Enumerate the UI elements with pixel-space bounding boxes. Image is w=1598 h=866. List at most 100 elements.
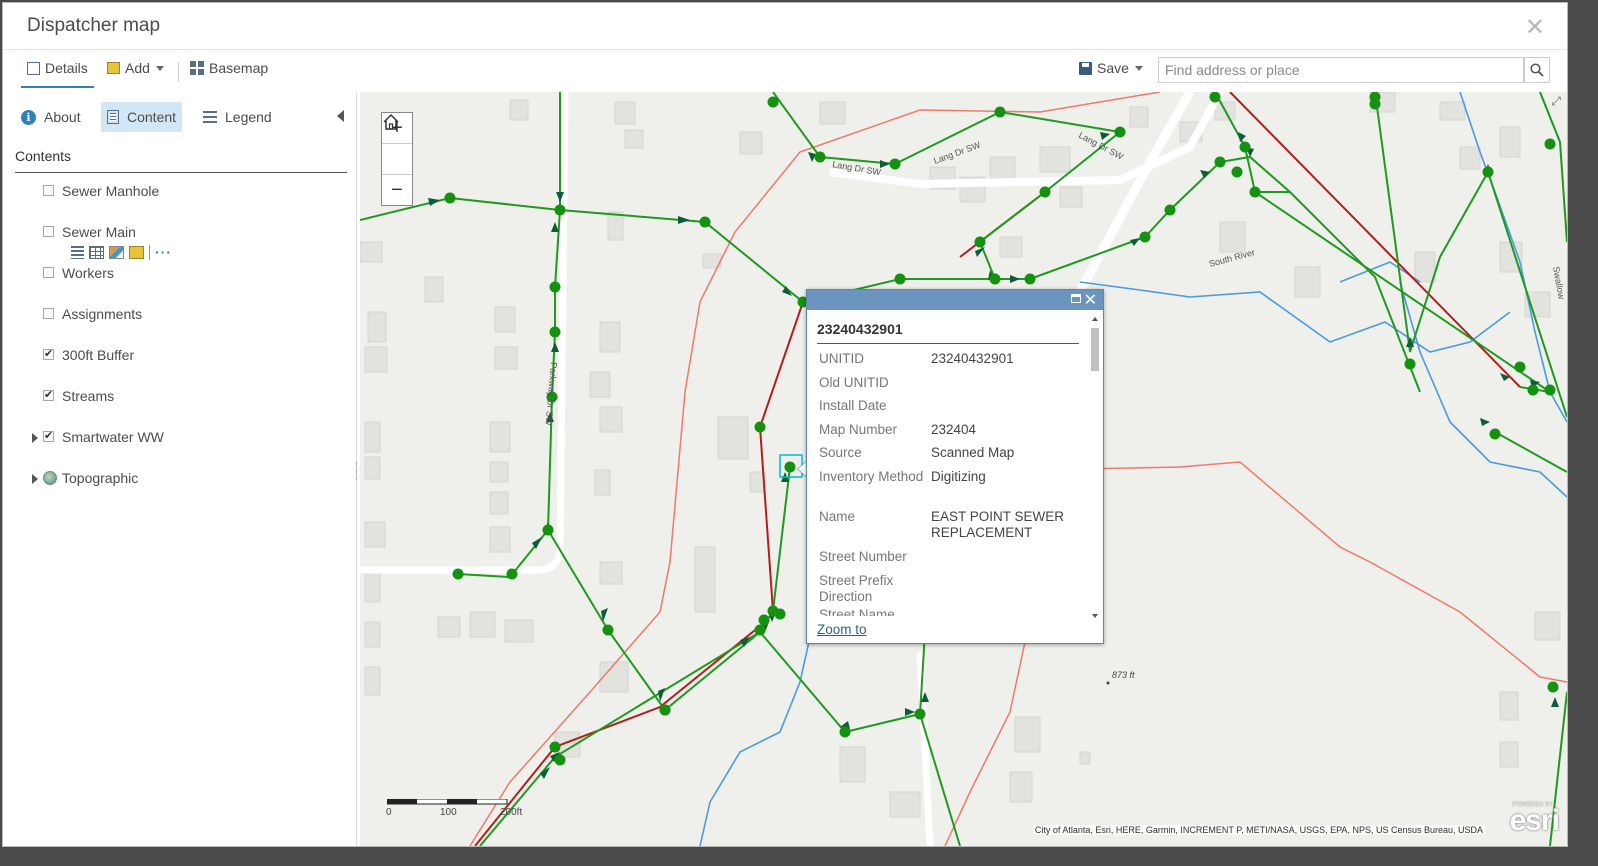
expand-map-icon[interactable]: ⤢ — [1551, 94, 1561, 109]
layer-streams: ✔ Streams — [3, 386, 343, 408]
divider — [817, 343, 1079, 344]
basemap-globe-icon — [43, 471, 57, 485]
chevron-down-icon — [1134, 65, 1143, 71]
tab-legend-label: Legend — [225, 109, 272, 125]
save-disk-icon — [1079, 61, 1092, 75]
more-options-icon[interactable]: ··· — [155, 244, 172, 260]
layer-label[interactable]: Sewer Manhole — [62, 183, 159, 199]
layer-label[interactable]: 300ft Buffer — [62, 347, 134, 363]
attribute-key: Name — [819, 509, 856, 524]
layer-sewer-main: Sewer Main — [3, 222, 343, 244]
scroll-up-icon[interactable] — [1092, 317, 1098, 321]
layer-300ft-buffer: ✔ 300ft Buffer — [3, 345, 343, 367]
tab-content[interactable]: Content — [101, 102, 183, 132]
expand-arrow-icon[interactable] — [32, 433, 38, 443]
popup-header: ✕ — [807, 290, 1103, 310]
zoom-to-link[interactable]: Zoom to — [817, 622, 867, 637]
save-label: Save — [1097, 60, 1129, 76]
layer-checkbox[interactable] — [43, 226, 54, 237]
attribute-key: Street Prefix Direction — [819, 573, 894, 604]
details-icon — [27, 61, 40, 75]
collapse-sidebar-icon[interactable] — [337, 110, 344, 122]
basemap-button[interactable]: Basemap — [190, 50, 268, 86]
layer-checkbox-checked[interactable]: ✔ — [43, 349, 54, 360]
layer-checkbox-checked[interactable]: ✔ — [43, 390, 54, 401]
maximize-icon[interactable] — [1071, 294, 1081, 303]
map-attribution[interactable]: City of Atlanta, Esri, HERE, Garmin, INC… — [1032, 825, 1485, 835]
layer-assignments: Assignments — [3, 304, 343, 326]
attribute-key: Inventory Method — [819, 469, 924, 484]
scroll-down-icon[interactable] — [1092, 614, 1098, 618]
zoom-out-button[interactable]: − — [382, 175, 412, 205]
tab-about-label: About — [44, 109, 81, 125]
basemap-label: Basemap — [209, 60, 269, 76]
scale-label: 0 — [386, 807, 392, 818]
info-icon: i — [21, 109, 36, 125]
details-label: Details — [45, 60, 88, 76]
tab-legend[interactable]: Legend — [197, 102, 278, 132]
contents-heading: Contents — [15, 148, 72, 164]
zoom-control: + − — [381, 112, 413, 206]
add-layer-icon — [107, 62, 120, 74]
attribute-key: Street Number — [819, 549, 907, 564]
home-button[interactable] — [382, 113, 412, 175]
attribute-key: Map Number — [819, 422, 898, 437]
layer-label[interactable]: Smartwater WW — [62, 429, 164, 445]
add-label: Add — [125, 60, 150, 76]
buffer-line — [944, 641, 1026, 846]
layer-checkbox[interactable] — [43, 267, 54, 278]
toolbar-divider — [178, 62, 179, 82]
search-button[interactable] — [1524, 57, 1550, 83]
search-icon — [1530, 63, 1544, 77]
search-input[interactable] — [1158, 57, 1524, 83]
chevron-down-icon — [155, 65, 164, 71]
scroll-thumb[interactable] — [1091, 328, 1099, 371]
show-legend-icon[interactable] — [71, 245, 84, 259]
scale-label: 100 — [440, 807, 457, 818]
layer-label[interactable]: Workers — [62, 265, 114, 281]
street-label: Lang Dr SW — [932, 140, 982, 166]
title-bar: Dispatcher map ✕ — [3, 3, 1567, 50]
elevation-point — [1106, 681, 1110, 685]
expand-arrow-icon[interactable] — [32, 474, 38, 484]
attribute-key: Old UNITID — [819, 375, 889, 390]
attribute-table-icon[interactable] — [89, 245, 104, 259]
filter-icon[interactable] — [129, 245, 144, 259]
layer-tools: ··· — [71, 244, 172, 260]
attribute-value: 232404 — [931, 422, 977, 437]
layer-label[interactable]: Assignments — [62, 306, 142, 322]
map-viewer-window: Dispatcher map ✕ Details Add Basemap Sav… — [2, 2, 1568, 847]
scale-label: 200ft — [500, 807, 523, 818]
popup-attributes: UNITID 23240432901 Old UNITID Install Da… — [819, 348, 1081, 616]
layer-label[interactable]: Streams — [62, 388, 114, 404]
layer-checkbox[interactable] — [43, 185, 54, 196]
tab-about[interactable]: i About — [15, 102, 87, 132]
add-button[interactable]: Add — [107, 50, 164, 86]
elevation-label: 873 ft — [1112, 670, 1135, 680]
layer-workers: Workers — [3, 263, 343, 285]
close-window-button[interactable]: ✕ — [1525, 13, 1545, 42]
layer-label[interactable]: Topographic — [62, 470, 138, 486]
layer-checkbox[interactable] — [43, 308, 54, 319]
esri-logo[interactable]: esri — [1510, 804, 1560, 838]
layer-topographic: Topographic — [3, 468, 343, 490]
layer-label[interactable]: Sewer Main — [62, 224, 136, 240]
save-button[interactable]: Save — [1079, 50, 1143, 86]
popup-scrollbar[interactable] — [1089, 314, 1101, 620]
basemap-grid-icon — [190, 61, 204, 75]
attribute-key: Source — [819, 445, 862, 460]
divider — [149, 244, 150, 260]
attribute-value: Digitizing — [931, 469, 986, 484]
change-style-icon[interactable] — [109, 245, 124, 259]
layer-checkbox-checked[interactable]: ✔ — [43, 431, 54, 442]
attribute-key: Street Name — [819, 607, 895, 616]
sidebar: i About Content Legend Contents Sewer Ma… — [3, 92, 357, 846]
home-icon — [383, 113, 399, 130]
window-title: Dispatcher map — [27, 15, 161, 36]
details-button[interactable]: Details — [21, 50, 94, 88]
street-label: Swallow — [1551, 266, 1567, 301]
street-label: Parkway Dr SW — [543, 362, 559, 427]
close-popup-icon[interactable]: ✕ — [1084, 290, 1097, 310]
layer-smartwater-ww: ✔ Smartwater WW — [3, 427, 343, 449]
legend-icon — [203, 110, 217, 124]
